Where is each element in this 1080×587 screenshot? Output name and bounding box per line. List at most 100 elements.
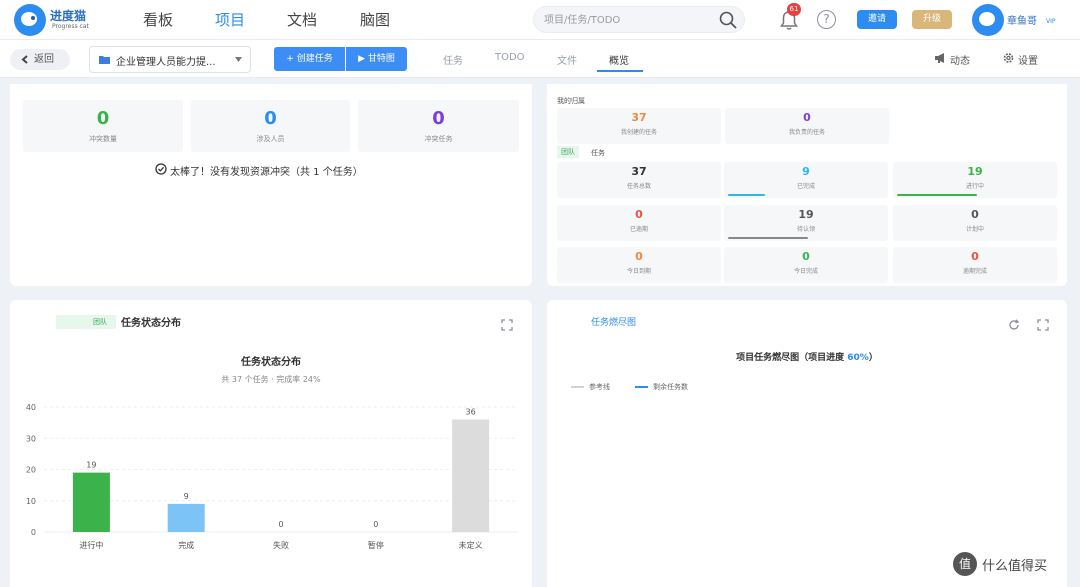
mine-metric-0[interactable]: 37 我创建的任务 xyxy=(557,108,721,144)
resource-conflict-card: 0 冲突数量 0 涉及人员 0 冲突任务 太棒了！没有发现资源冲突（共 1 个任… xyxy=(10,84,532,286)
tab-overview[interactable]: 概览 xyxy=(609,52,629,67)
x-tick-label: 失败 xyxy=(273,540,289,550)
involved-people-label: 涉及人员 xyxy=(256,135,285,143)
team-metric-5[interactable]: 0 计划中 xyxy=(893,205,1057,241)
metric-label: 今日到期 xyxy=(626,268,651,275)
back-label: 返回 xyxy=(34,54,54,65)
team-metric-8[interactable]: 0 逾期完成 xyxy=(893,247,1057,283)
involved-people-value: 0 xyxy=(264,108,277,129)
metric-value: 37 xyxy=(631,165,647,178)
no-conflict-message: 太棒了！没有发现资源冲突（共 1 个任务） xyxy=(155,163,363,178)
folder-icon xyxy=(99,56,110,64)
conflict-count-label: 冲突数量 xyxy=(89,135,117,143)
tab-todo[interactable]: TODO xyxy=(495,52,525,63)
nav-project[interactable]: 项目 xyxy=(215,9,245,30)
y-tick-label: 40 xyxy=(26,403,36,412)
involved-people-stat: 0 涉及人员 xyxy=(191,100,350,152)
panel-title: 任务状态分布 xyxy=(121,318,181,329)
team-tasks-label: 任务 xyxy=(591,149,605,157)
mine-metric-1[interactable]: 0 我负责的任务 xyxy=(725,108,889,144)
team-metric-3[interactable]: 0 已逾期 xyxy=(557,205,721,241)
gear-icon xyxy=(1003,53,1014,63)
gantt-button[interactable]: ▶ 甘特图 xyxy=(346,47,407,71)
x-tick-label: 完成 xyxy=(178,540,194,550)
back-button[interactable]: 返回 xyxy=(10,49,70,70)
legend-reference-line[interactable]: 参考线 xyxy=(571,382,610,392)
tab-files[interactable]: 文件 xyxy=(557,52,577,67)
chart-subtitle: 共 37 个任务 · 完成率 24% xyxy=(221,375,321,384)
top-navigation-bar: 进度猫 Progress cat 看板 项目 文档 脑图 61 ? 邀请 升级 … xyxy=(0,0,1080,40)
expand-icon[interactable] xyxy=(501,319,513,331)
nav-docs[interactable]: 文档 xyxy=(287,9,317,30)
refresh-icon[interactable] xyxy=(1008,319,1020,331)
settings-label: 设置 xyxy=(1018,56,1038,67)
nav-kanban[interactable]: 看板 xyxy=(143,9,173,30)
team-metric-6[interactable]: 0 今日到期 xyxy=(557,247,721,283)
mine-section-label: 我的归属 xyxy=(557,97,585,105)
search-box xyxy=(533,6,745,33)
metric-value: 0 xyxy=(635,208,643,221)
expand-icon[interactable] xyxy=(1037,319,1049,331)
metric-label: 已逾期 xyxy=(629,226,648,233)
legend-remaining-tasks[interactable]: 剩余任务数 xyxy=(635,382,688,392)
megaphone-icon xyxy=(935,53,944,63)
conflict-count-value: 0 xyxy=(96,108,110,129)
status-bar-chart: 0 10 20 30 40 19 进行中 9 完成 0 失败 0 暂停 36 未定义 xyxy=(26,403,518,550)
notification-badge: 61 xyxy=(787,3,801,16)
app-logo[interactable]: 进度猫 Progress cat xyxy=(14,4,89,36)
username[interactable]: 章鱼哥 xyxy=(1007,12,1037,27)
create-task-button[interactable]: + 创建任务 xyxy=(274,47,345,71)
metric-value: 19 xyxy=(967,165,983,178)
team-metric-1[interactable]: 9 已完成 xyxy=(724,162,888,198)
x-tick-label: 未定义 xyxy=(459,540,483,550)
burndown-title-suffix: ） xyxy=(868,353,878,363)
activity-button[interactable]: 动态 xyxy=(934,52,970,67)
burndown-card: 任务燃尽图 项目任务燃尽图（项目进度 60%） 参考线 剩余任务数 xyxy=(547,300,1067,587)
settings-button[interactable]: 设置 xyxy=(1002,52,1038,67)
conflict-tasks-stat: 0 冲突任务 xyxy=(358,100,519,152)
bar-1 xyxy=(167,503,205,532)
chevron-down-icon xyxy=(235,57,242,62)
y-tick-label: 0 xyxy=(31,528,36,537)
conflict-tasks-label: 冲突任务 xyxy=(424,135,453,143)
invite-button[interactable]: 邀请 xyxy=(857,10,897,29)
project-toolbar: 返回 企业管理人员能力提... + 创建任务 ▶ 甘特图 任务 TODO 文件 … xyxy=(0,40,1080,78)
metric-label: 计划中 xyxy=(965,226,984,233)
metric-value: 19 xyxy=(798,208,814,221)
tab-tasks[interactable]: 任务 xyxy=(443,52,463,67)
legend-swatch xyxy=(635,386,648,388)
team-metric-0[interactable]: 37 任务总数 xyxy=(557,162,721,198)
legend-swatch xyxy=(571,386,584,388)
search-input[interactable] xyxy=(544,11,714,29)
upgrade-button[interactable]: 升级 xyxy=(912,10,952,29)
back-arrow-icon xyxy=(21,55,28,64)
project-name: 企业管理人员能力提... xyxy=(116,57,216,68)
burndown-progress: 60% xyxy=(847,353,869,363)
search-icon[interactable] xyxy=(718,10,738,30)
y-tick-label: 20 xyxy=(26,466,36,475)
metric-label: 待认领 xyxy=(796,226,815,233)
team-metric-7[interactable]: 0 今日完成 xyxy=(724,247,888,283)
vip-badge: VIP xyxy=(1046,18,1056,25)
nav-mindmap[interactable]: 脑图 xyxy=(360,9,390,30)
project-selector[interactable]: 企业管理人员能力提... xyxy=(89,46,251,73)
metric-label: 任务总数 xyxy=(626,183,651,190)
metric-value: 9 xyxy=(802,165,810,178)
help-icon[interactable]: ? xyxy=(817,10,836,29)
team-metric-4[interactable]: 19 待认领 xyxy=(724,205,888,241)
activity-label: 动态 xyxy=(950,56,970,67)
metric-progress-bar xyxy=(897,194,977,196)
data-label: 9 xyxy=(184,492,189,501)
metric-progress-bar xyxy=(728,194,765,196)
data-label: 19 xyxy=(86,461,96,470)
conflict-count-stat: 0 冲突数量 xyxy=(23,100,183,152)
task-status-distribution-card: 团队 任务状态分布 任务状态分布 共 37 个任务 · 完成率 24% 0 10 2… xyxy=(10,300,532,587)
bar-4 xyxy=(452,419,490,532)
logo-subtitle: Progress cat xyxy=(52,23,89,30)
metric-label: 进行中 xyxy=(965,183,984,190)
metric-value: 0 xyxy=(635,250,643,263)
metric-label: 我创建的任务 xyxy=(620,129,657,136)
avatar[interactable] xyxy=(972,4,1004,36)
bar-0 xyxy=(72,472,110,532)
team-metric-2[interactable]: 19 进行中 xyxy=(893,162,1057,198)
